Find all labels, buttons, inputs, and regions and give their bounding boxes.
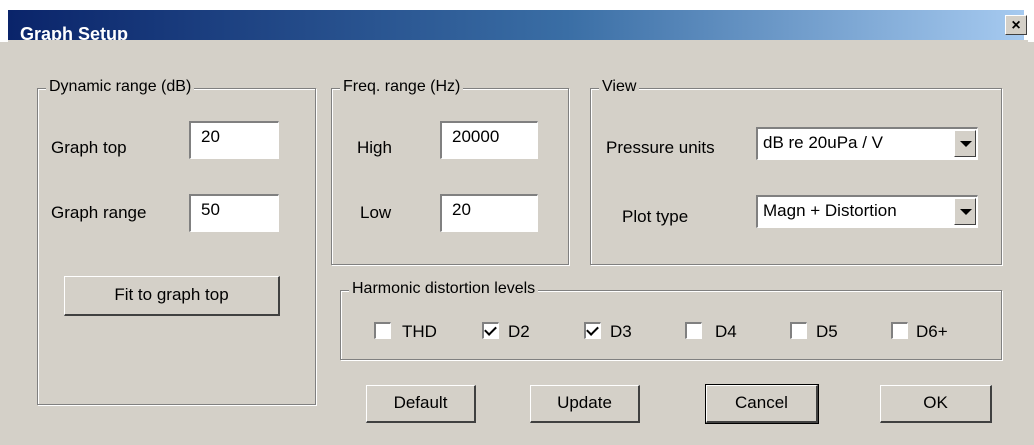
- high-input[interactable]: 20000: [440, 121, 538, 159]
- close-icon: ×: [1011, 17, 1021, 34]
- pressure-units-select[interactable]: dB re 20uPa / V: [756, 127, 978, 160]
- cancel-button[interactable]: Cancel: [705, 384, 819, 424]
- d2-label: D2: [508, 322, 530, 341]
- d2-checkbox[interactable]: [482, 322, 499, 339]
- low-label: Low: [360, 203, 392, 222]
- d6-plus-label: D6+: [916, 322, 948, 341]
- chevron-down-icon[interactable]: [954, 130, 976, 157]
- graph-range-value: 50: [201, 200, 220, 219]
- plot-type-value: Magn + Distortion: [763, 201, 897, 220]
- pressure-units-value: dB re 20uPa / V: [763, 133, 884, 152]
- dynamic-range-legend: Dynamic range (dB): [46, 78, 195, 96]
- d3-label: D3: [610, 322, 632, 341]
- graph-range-input[interactable]: 50: [189, 194, 279, 232]
- plot-type-label: Plot type: [622, 207, 689, 226]
- thd-checkbox[interactable]: [374, 322, 391, 339]
- chevron-down-icon[interactable]: [954, 198, 976, 225]
- fit-to-graph-top-button[interactable]: Fit to graph top: [64, 276, 280, 316]
- d4-label: D4: [715, 322, 737, 341]
- thd-label: THD: [402, 322, 437, 341]
- default-button[interactable]: Default: [366, 385, 476, 423]
- view-legend: View: [599, 78, 640, 96]
- freq-range-group: Freq. range (Hz): [331, 78, 569, 265]
- d5-checkbox[interactable]: [790, 322, 807, 339]
- graph-top-value: 20: [201, 127, 220, 146]
- graph-top-label: Graph top: [51, 138, 127, 157]
- high-label: High: [357, 138, 392, 157]
- dialog-body: Dynamic range (dB) Graph top 20 Graph ra…: [8, 40, 1028, 445]
- freq-range-legend: Freq. range (Hz): [340, 78, 464, 96]
- low-value: 20: [452, 200, 471, 219]
- d4-checkbox[interactable]: [685, 322, 702, 339]
- d5-label: D5: [816, 322, 838, 341]
- harmonic-distortion-legend: Harmonic distortion levels: [349, 280, 539, 298]
- d6-plus-checkbox[interactable]: [891, 322, 908, 339]
- update-button[interactable]: Update: [530, 385, 640, 423]
- close-button[interactable]: ×: [1005, 15, 1027, 35]
- ok-button[interactable]: OK: [880, 385, 992, 423]
- high-value: 20000: [452, 127, 500, 146]
- d3-checkbox[interactable]: [584, 322, 601, 339]
- low-input[interactable]: 20: [440, 194, 538, 232]
- graph-range-label: Graph range: [51, 203, 147, 222]
- view-group: View: [590, 78, 1002, 265]
- title-bar[interactable]: Graph Setup: [8, 10, 1024, 44]
- pressure-units-label: Pressure units: [606, 138, 715, 157]
- plot-type-select[interactable]: Magn + Distortion: [756, 195, 978, 228]
- graph-top-input[interactable]: 20: [189, 121, 279, 159]
- title-bar-area: Graph Setup ×: [0, 0, 1034, 44]
